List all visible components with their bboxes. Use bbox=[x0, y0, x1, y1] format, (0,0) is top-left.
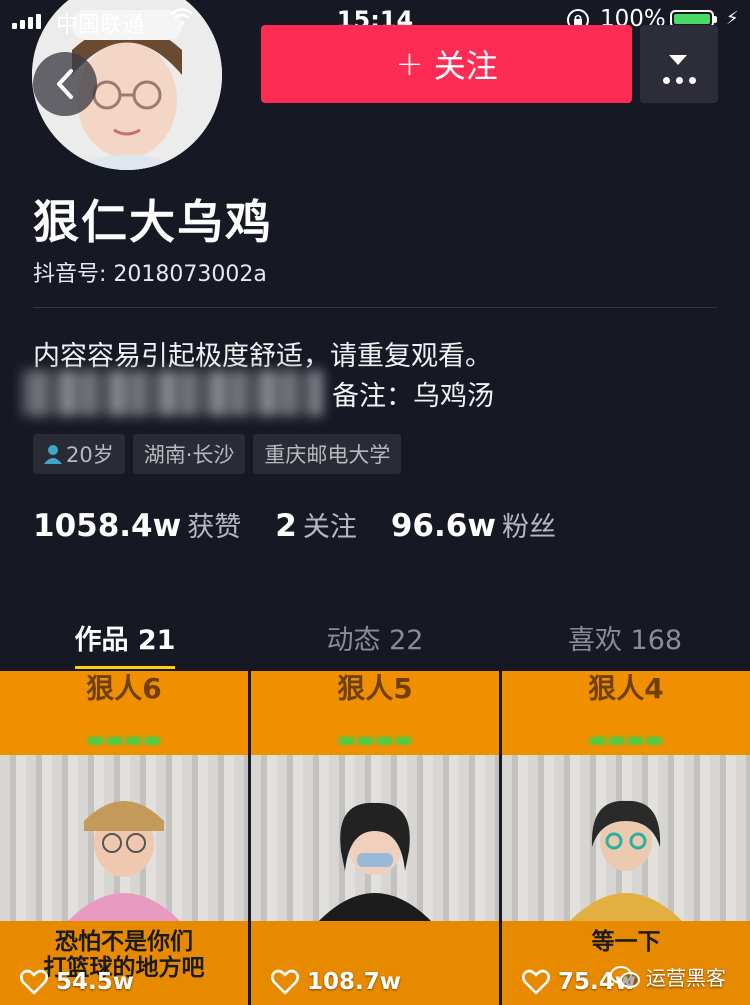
video-likes-count: 54.5w bbox=[56, 969, 134, 995]
age-label: 20岁 bbox=[66, 443, 114, 467]
profile-screen: 中国联通 15:14 100% ⚡ + 关注 狠仁大乌鸡 抖音号: 201807… bbox=[0, 0, 750, 1005]
video-likes-count: 108.7w bbox=[307, 969, 401, 995]
video-caption-line: 恐怕不是你们 bbox=[55, 929, 193, 955]
video-tile[interactable]: 狠人4 ▬▬▬▬ 等一下 75.4w bbox=[502, 671, 750, 1005]
profile-bio: 内容容易引起极度舒适，请重复观看。 bbox=[33, 341, 492, 372]
video-likes: 54.5w bbox=[20, 969, 134, 995]
plus-icon: + bbox=[395, 44, 424, 84]
video-thumbnail-person bbox=[566, 800, 686, 925]
video-caption-line: 等一下 bbox=[591, 929, 661, 955]
following-count: 2 bbox=[275, 508, 297, 544]
school-tag: 重庆邮电大学 bbox=[253, 434, 402, 474]
profile-note: 备注：乌鸡汤 bbox=[332, 381, 494, 412]
likes-count: 1058.4w bbox=[33, 508, 182, 544]
heart-icon bbox=[522, 969, 550, 995]
location-label: 湖南·长沙 bbox=[143, 443, 235, 467]
likes-stat: 1058.4w 获赞 bbox=[33, 505, 241, 544]
heart-icon bbox=[20, 969, 48, 995]
video-grid: 狠人6 ▬▬▬▬ 恐怕不是你们 打篮球的地方吧 54.5w 狠人5 ▬▬▬▬ 1… bbox=[0, 671, 750, 1005]
following-stat[interactable]: 2 关注 bbox=[275, 505, 357, 544]
back-button[interactable] bbox=[33, 52, 97, 116]
fans-stat[interactable]: 96.6w 粉丝 bbox=[391, 505, 556, 544]
likes-label: 获赞 bbox=[187, 512, 242, 543]
age-tag: 20岁 bbox=[33, 434, 125, 474]
active-tab-indicator bbox=[75, 666, 175, 669]
divider bbox=[33, 307, 717, 308]
video-subtitle-blurred: ▬▬▬▬ bbox=[337, 727, 413, 751]
video-title: 狠人5 bbox=[337, 672, 413, 705]
wechat-icon bbox=[610, 965, 640, 988]
more-button[interactable] bbox=[640, 25, 718, 103]
more-dots-icon bbox=[663, 77, 696, 84]
video-title: 狠人6 bbox=[86, 672, 162, 705]
video-thumbnail-person bbox=[315, 802, 435, 925]
person-icon bbox=[44, 445, 62, 464]
douyin-id[interactable]: 抖音号: 2018073002a bbox=[33, 256, 267, 288]
follow-label: 关注 bbox=[433, 47, 498, 85]
watermark-text: 运营黑客 bbox=[646, 966, 726, 990]
video-subtitle-blurred: ▬▬▬▬ bbox=[86, 727, 162, 751]
video-subtitle-blurred: ▬▬▬▬ bbox=[588, 727, 664, 751]
video-tile[interactable]: 狠人6 ▬▬▬▬ 恐怕不是你们 打篮球的地方吧 54.5w bbox=[0, 671, 248, 1005]
video-likes: 108.7w bbox=[271, 969, 401, 995]
video-caption: 等一下 bbox=[502, 929, 750, 955]
following-label: 关注 bbox=[302, 512, 357, 543]
location-tag: 湖南·长沙 bbox=[132, 434, 246, 474]
dropdown-arrow-icon bbox=[669, 55, 687, 65]
video-tile[interactable]: 狠人5 ▬▬▬▬ 108.7w bbox=[251, 671, 499, 1005]
video-title: 狠人4 bbox=[588, 672, 664, 705]
blurred-text bbox=[22, 370, 322, 416]
profile-name: 狠仁大乌鸡 bbox=[33, 195, 273, 249]
tab-moments[interactable]: 动态 22 bbox=[250, 612, 500, 668]
follow-button[interactable]: + 关注 bbox=[261, 25, 632, 103]
tab-works[interactable]: 作品 21 bbox=[0, 612, 250, 668]
tab-likes[interactable]: 喜欢 168 bbox=[500, 612, 750, 668]
fans-label: 粉丝 bbox=[501, 512, 556, 543]
charging-icon: ⚡ bbox=[726, 8, 739, 29]
chevron-left-icon bbox=[57, 69, 73, 99]
content-tabs: 作品 21 动态 22 喜欢 168 bbox=[0, 612, 750, 668]
school-label: 重庆邮电大学 bbox=[264, 443, 391, 467]
heart-icon bbox=[271, 969, 299, 995]
watermark: 运营黑客 bbox=[610, 962, 726, 991]
profile-tags: 20岁 湖南·长沙 重庆邮电大学 bbox=[33, 434, 402, 474]
video-thumbnail-person bbox=[64, 801, 184, 925]
profile-stats: 1058.4w 获赞 2 关注 96.6w 粉丝 bbox=[33, 505, 590, 544]
fans-count: 96.6w bbox=[390, 508, 496, 544]
